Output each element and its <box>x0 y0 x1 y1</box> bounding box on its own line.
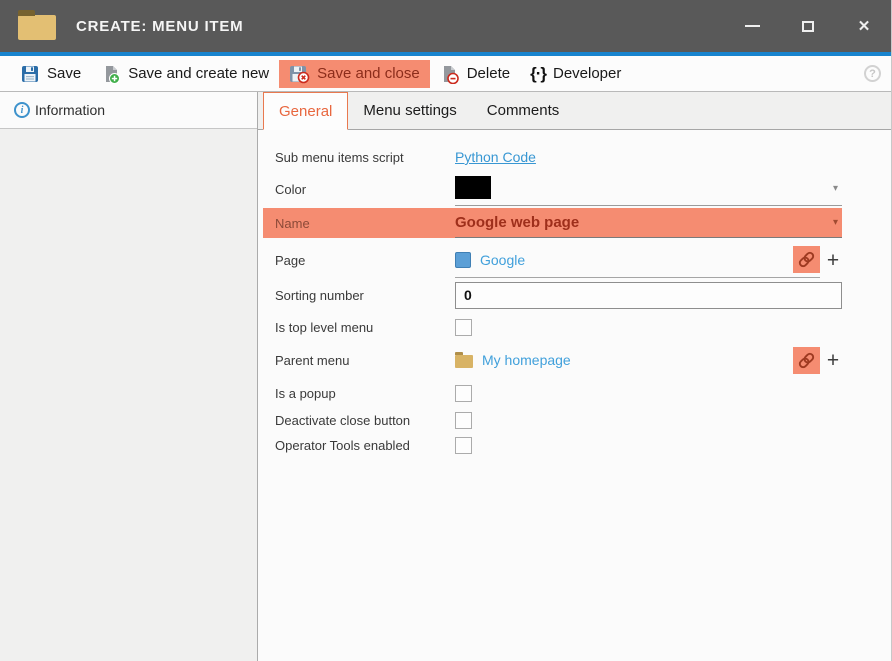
is-top-level-menu-label: Is top level menu <box>275 320 455 335</box>
delete-button[interactable]: Delete <box>430 60 520 88</box>
color-label: Color <box>275 182 455 197</box>
row-page: Page Google + <box>275 242 842 278</box>
save-and-create-new-button[interactable]: Save and create new <box>91 60 279 88</box>
info-icon: i <box>14 102 30 118</box>
tab-comments-label: Comments <box>487 102 560 119</box>
tab-general-label: General <box>279 103 332 120</box>
parent-menu-add-button[interactable]: + <box>824 350 842 371</box>
row-is-a-popup: Is a popup <box>275 378 842 408</box>
operator-tools-enabled-checkbox[interactable] <box>455 437 472 454</box>
create-menu-item-window: CREATE: MENU ITEM ✕ Save Save and create… <box>0 0 892 661</box>
name-dropdown[interactable]: Google web page ▾ <box>455 208 842 238</box>
folder-icon <box>455 355 473 368</box>
row-color: Color ▾ <box>275 172 842 206</box>
page-reference-field: Google <box>455 242 820 278</box>
information-label: Information <box>35 102 105 118</box>
save-and-create-new-label: Save and create new <box>128 65 269 82</box>
deactivate-close-button-checkbox[interactable] <box>455 412 472 429</box>
developer-button[interactable]: {·} Developer <box>520 60 631 88</box>
my-homepage-link[interactable]: My homepage <box>482 352 571 368</box>
row-deactivate-close-button: Deactivate close button <box>275 408 842 433</box>
sorting-number-label: Sorting number <box>275 288 455 303</box>
minimize-icon <box>745 25 760 27</box>
save-and-close-label: Save and close <box>317 65 420 82</box>
tab-information[interactable]: i Information <box>0 92 257 129</box>
color-dropdown[interactable]: ▾ <box>455 172 842 206</box>
google-page-link[interactable]: Google <box>480 252 525 268</box>
main-area: i Information General Menu settings Comm… <box>0 92 891 661</box>
row-sorting-number: Sorting number <box>275 278 842 312</box>
tab-menu-settings-label: Menu settings <box>363 102 456 119</box>
page-link-button[interactable] <box>793 246 820 273</box>
is-a-popup-checkbox[interactable] <box>455 385 472 402</box>
row-operator-tools-enabled: Operator Tools enabled <box>275 433 842 458</box>
maximize-icon <box>802 21 814 32</box>
close-button[interactable]: ✕ <box>853 15 875 37</box>
save-label: Save <box>47 65 81 82</box>
general-form: Sub menu items script Python Code Color … <box>258 130 891 661</box>
close-icon: ✕ <box>858 19 871 34</box>
is-top-level-menu-checkbox[interactable] <box>455 319 472 336</box>
row-is-top-level-menu: Is top level menu <box>275 312 842 342</box>
maximize-button[interactable] <box>797 15 819 37</box>
sub-menu-items-script-label: Sub menu items script <box>275 150 455 165</box>
developer-label: Developer <box>553 65 621 82</box>
delete-icon <box>440 64 460 84</box>
window-controls: ✕ <box>741 15 891 37</box>
page-icon <box>455 252 471 268</box>
tab-general[interactable]: General <box>263 92 348 130</box>
window-title: CREATE: MENU ITEM <box>76 18 243 35</box>
sorting-number-input[interactable] <box>455 282 842 309</box>
content-pane: General Menu settings Comments Sub menu … <box>258 92 891 661</box>
page-label: Page <box>275 253 455 268</box>
parent-menu-reference-field: My homepage <box>455 342 820 378</box>
caret-down-icon: ▾ <box>833 183 842 194</box>
is-a-popup-label: Is a popup <box>275 386 455 401</box>
name-value: Google web page <box>455 214 579 231</box>
row-sub-menu-items-script: Sub menu items script Python Code <box>275 142 842 172</box>
save-and-close-button[interactable]: Save and close <box>279 60 430 88</box>
tab-comments[interactable]: Comments <box>472 92 575 129</box>
folder-icon <box>18 15 56 40</box>
help-icon[interactable]: ? <box>864 65 881 82</box>
python-code-link[interactable]: Python Code <box>455 149 536 165</box>
deactivate-close-button-label: Deactivate close button <box>275 413 455 428</box>
save-icon <box>20 64 40 84</box>
save-button[interactable]: Save <box>10 60 91 88</box>
color-swatch <box>455 176 491 199</box>
name-label: Name <box>275 216 455 231</box>
chain-link-icon <box>797 351 816 370</box>
parent-menu-label: Parent menu <box>275 353 455 368</box>
save-close-icon <box>289 64 310 84</box>
tab-menu-settings[interactable]: Menu settings <box>348 92 471 129</box>
page-add-button[interactable]: + <box>824 250 842 271</box>
minimize-button[interactable] <box>741 15 763 37</box>
row-parent-menu: Parent menu My homepage + <box>275 342 842 378</box>
save-new-icon <box>101 64 121 84</box>
chain-link-icon <box>797 250 816 269</box>
titlebar: CREATE: MENU ITEM ✕ <box>0 0 891 52</box>
parent-menu-link-button[interactable] <box>793 347 820 374</box>
row-name: Name Google web page ▾ <box>263 208 842 238</box>
delete-label: Delete <box>467 65 510 82</box>
sidebar: i Information <box>0 92 258 661</box>
operator-tools-enabled-label: Operator Tools enabled <box>275 438 455 453</box>
developer-icon: {·} <box>530 64 546 84</box>
caret-down-icon: ▾ <box>833 217 842 228</box>
toolbar: Save Save and create new Save and close … <box>0 56 891 92</box>
tab-bar: General Menu settings Comments <box>258 92 891 130</box>
